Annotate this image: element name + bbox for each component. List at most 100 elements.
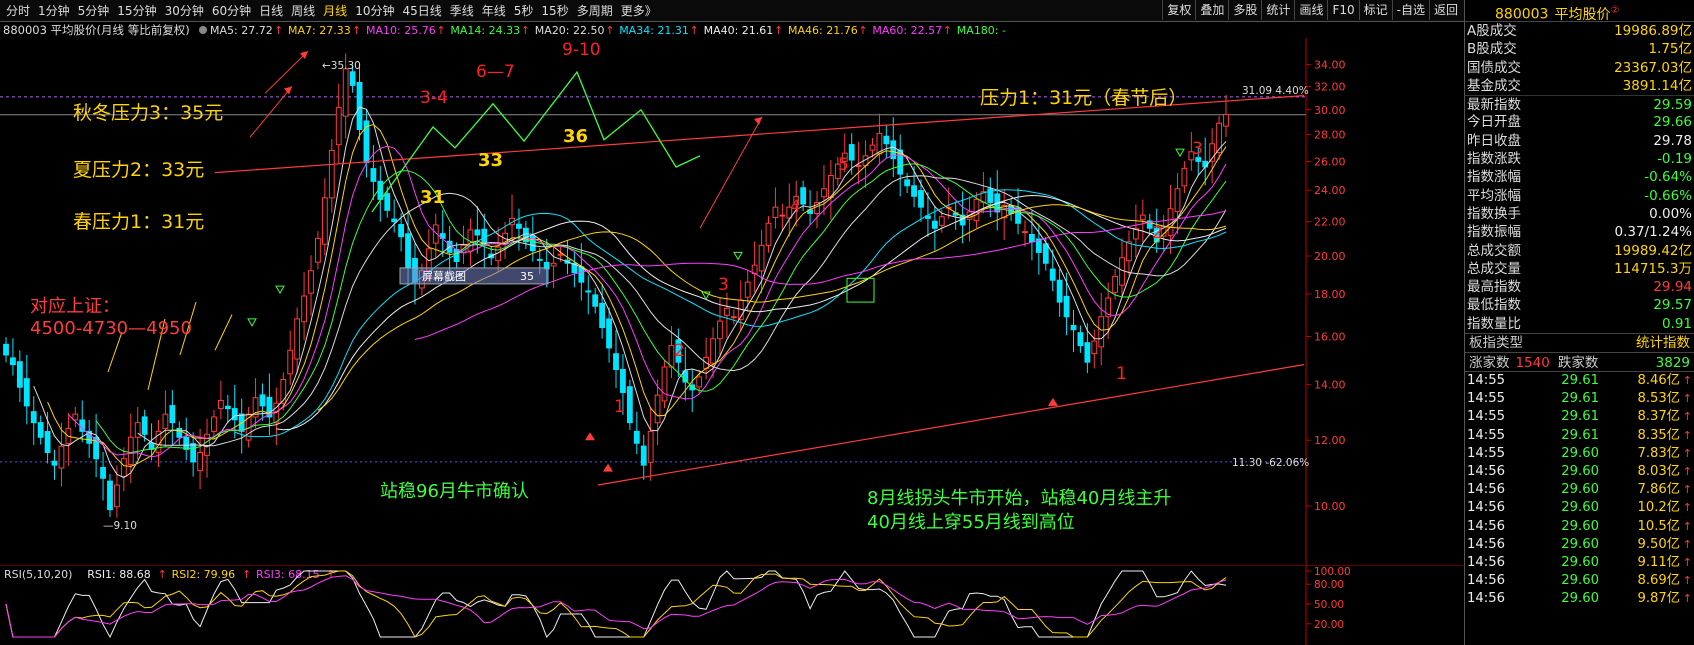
tick-row[interactable]: 14:56 29.60 9.50亿 ↑ [1465, 536, 1694, 554]
candle-body [640, 445, 647, 466]
candle [613, 330, 619, 389]
tool-button[interactable]: 返回 [1428, 0, 1462, 20]
tick-row[interactable]: 14:56 29.60 9.11亿 ↑ [1465, 554, 1694, 572]
candle-body [1098, 316, 1105, 348]
period-tab[interactable]: 年线 [478, 1, 510, 21]
ma14-line [95, 163, 1227, 454]
period-tab[interactable]: 15分钟 [113, 1, 160, 21]
candle [633, 411, 640, 455]
wave-label-red: 2 [674, 341, 685, 361]
buy-marker-icon [1048, 397, 1058, 406]
period-tab[interactable]: 45日线 [398, 1, 445, 21]
tool-button[interactable]: 复权 [1162, 0, 1195, 20]
tick-row[interactable]: 14:55 29.61 8.53亿 ↑ [1465, 390, 1694, 408]
period-tab[interactable]: 5秒 [510, 1, 538, 21]
period-tab[interactable]: 更多》 [617, 1, 661, 21]
period-tab[interactable]: 10分钟 [351, 1, 398, 21]
tool-button[interactable]: 叠加 [1195, 0, 1228, 20]
period-tab[interactable]: 多周期 [573, 1, 617, 21]
sell-marker-icon [1175, 148, 1185, 158]
stat-row: 平均涨幅 -0.66% [1465, 187, 1694, 205]
candle [432, 213, 439, 258]
tick-row[interactable]: 14:56 29.60 7.86亿 ↑ [1465, 481, 1694, 499]
period-tab[interactable]: 30分钟 [161, 1, 208, 21]
candle [689, 369, 696, 413]
tool-button[interactable]: 画线 [1294, 0, 1327, 20]
candle-body [107, 480, 113, 511]
tick-row[interactable]: 14:56 29.60 9.87亿 ↑ [1465, 590, 1694, 608]
rsi-chart[interactable]: RSI(5,10,20) RSI1: 88.68 ↑ RSI2: 79.96 ↑ RSI3… [0, 566, 1464, 645]
candle-body [134, 422, 141, 438]
arrow-icon [699, 116, 763, 229]
candle [328, 139, 335, 213]
candle-body [58, 445, 65, 469]
tick-time: 14:56 [1467, 482, 1506, 498]
tick-row[interactable]: 14:55 29.61 8.46亿 ↑ [1465, 372, 1694, 390]
candle [446, 225, 453, 275]
period-tab[interactable]: 60分钟 [208, 1, 255, 21]
screenshot-number: 35 [520, 270, 534, 283]
period-tab[interactable]: 15秒 [537, 1, 572, 21]
tool-button[interactable]: 多股 [1228, 0, 1261, 20]
candlestick-chart[interactable]: 880003 平均股价(月线 等比前复权) MA5: 27.72 ↑ MA7: 27.… [0, 22, 1464, 566]
annotation-note-1: 8月线拐头牛市开始，站稳40月线主升 [867, 488, 1171, 509]
stat-label: 今日开盘 [1467, 114, 1521, 131]
period-tab[interactable]: 周线 [287, 1, 319, 21]
tick-row[interactable]: 14:56 29.60 8.69亿 ↑ [1465, 572, 1694, 590]
candle-body [661, 366, 668, 402]
candle [162, 390, 169, 447]
annotation-sh-label: 对应上证： [30, 296, 120, 317]
stat-row: 指数涨幅 -0.64% [1465, 168, 1694, 186]
candle-body [855, 165, 862, 168]
candle [1077, 325, 1084, 353]
tick-vol: 7.86亿 [1637, 482, 1680, 498]
candle [911, 166, 917, 208]
wave-label-red: 3-4 [420, 88, 448, 108]
tick-row[interactable]: 14:55 29.61 8.35亿 ↑ [1465, 427, 1694, 445]
candle-body [1042, 243, 1049, 264]
candle [273, 387, 280, 446]
candle [294, 307, 301, 374]
tick-vol: 9.87亿 [1637, 591, 1680, 607]
candle-body [231, 408, 238, 421]
tick-row[interactable]: 14:55 29.61 8.37亿 ↑ [1465, 408, 1694, 426]
candle-body [1091, 340, 1098, 355]
rsi-arrow-icon: ↑ [158, 568, 167, 581]
low-price-label: —9.10 [103, 520, 137, 532]
tick-vol: 8.69亿 [1637, 573, 1680, 589]
tick-row[interactable]: 14:56 29.60 8.03亿 ↑ [1465, 463, 1694, 481]
period-tab[interactable]: 月线 [319, 1, 351, 21]
tool-button[interactable]: 标记 [1358, 0, 1392, 20]
period-tab[interactable]: 1分钟 [34, 1, 74, 21]
candle-body [606, 318, 612, 349]
tick-row[interactable]: 14:56 29.60 10.2亿 ↑ [1465, 499, 1694, 517]
tool-button[interactable]: 统计 [1261, 0, 1294, 20]
candle-body [211, 416, 217, 432]
stat-row: 最高指数 29.94 [1465, 278, 1694, 296]
candle-body [342, 68, 349, 117]
tick-list[interactable]: 14:55 29.61 8.46亿 ↑ 14:55 29.61 8.53亿 ↑ 14:55 29.… [1465, 372, 1694, 608]
stat-label: 指数涨幅 [1467, 169, 1521, 186]
tick-time: 14:56 [1467, 518, 1506, 534]
down-count-value: 3829 [1655, 355, 1690, 372]
candle [259, 383, 266, 421]
period-tab[interactable]: 日线 [255, 1, 287, 21]
tick-row[interactable]: 14:56 29.60 10.5亿 ↑ [1465, 518, 1694, 536]
ma-arrow-icon: ↑ [274, 24, 283, 37]
candle [217, 380, 224, 420]
candle [183, 417, 190, 461]
settings-icon[interactable] [199, 26, 207, 34]
screenshot-overlay: 屏幕截图 35 [399, 267, 549, 285]
period-tab[interactable]: 5分钟 [74, 1, 114, 21]
candle [1056, 268, 1063, 317]
period-tab[interactable]: 季线 [446, 1, 478, 21]
tool-button[interactable]: F10 [1327, 0, 1358, 20]
candle [772, 187, 779, 229]
stat-value: 0.91 [1661, 315, 1692, 332]
period-tab[interactable]: 分时 [2, 1, 34, 21]
stat-value: 0.37/1.24% [1614, 224, 1693, 241]
stat-value: 29.57 [1653, 297, 1692, 314]
ma-legend: MA7: 27.33 [288, 24, 351, 37]
tool-button[interactable]: -自选 [1391, 0, 1429, 20]
tick-row[interactable]: 14:55 29.60 7.83亿 ↑ [1465, 445, 1694, 463]
